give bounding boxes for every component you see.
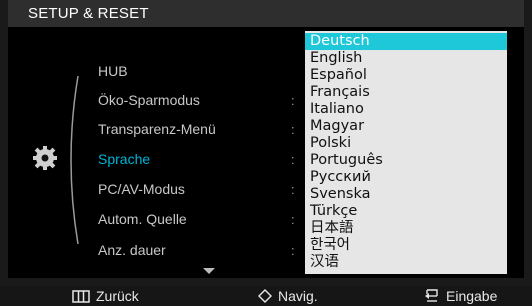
navigate-label: Navig. xyxy=(278,288,318,304)
osd-title: SETUP & RESET xyxy=(28,5,149,22)
language-option-francais[interactable]: Français xyxy=(305,84,507,101)
value-separator: : xyxy=(291,243,295,258)
language-dropdown[interactable]: Deutsch English Español Français Italian… xyxy=(305,31,507,274)
menu-item-language[interactable]: Sprache xyxy=(98,151,150,167)
menu-item-display-time[interactable]: Anz. dauer xyxy=(98,242,166,258)
value-separator: : xyxy=(291,122,295,137)
navigate-hint: Navig. xyxy=(258,286,318,306)
back-key-icon xyxy=(72,289,90,303)
menu-item-eco-saving[interactable]: Öko-Sparmodus xyxy=(98,92,200,108)
language-option-deutsch[interactable]: Deutsch xyxy=(305,33,507,50)
value-separator: : xyxy=(291,93,295,108)
language-option-english[interactable]: English xyxy=(305,50,507,67)
language-option-russian[interactable]: Русский xyxy=(305,169,507,186)
menu-item-pc-av-mode[interactable]: PC/AV-Modus xyxy=(98,181,185,197)
language-option-italiano[interactable]: Italiano xyxy=(305,101,507,118)
enter-button[interactable]: Eingabe xyxy=(424,286,497,306)
menu-item-transparency[interactable]: Transparenz-Menü xyxy=(98,121,216,137)
language-option-portugues[interactable]: Português xyxy=(305,152,507,169)
back-label: Zurück xyxy=(96,288,139,304)
value-separator: : xyxy=(291,212,295,227)
navigation-diamond-icon xyxy=(258,289,272,303)
gear-icon xyxy=(33,146,57,170)
language-option-chinese[interactable]: 汉语 xyxy=(305,254,507,271)
osd-footer: Zurück Navig. Eingabe xyxy=(0,286,532,306)
language-option-japanese[interactable]: 日本語 xyxy=(305,220,507,237)
language-option-polski[interactable]: Polski xyxy=(305,135,507,152)
enter-label: Eingabe xyxy=(446,288,498,304)
language-option-svenska[interactable]: Svenska xyxy=(305,186,507,203)
menu-item-auto-source[interactable]: Autom. Quelle xyxy=(98,211,187,227)
value-separator: : xyxy=(291,152,295,167)
language-option-espanol[interactable]: Español xyxy=(305,67,507,84)
language-option-magyar[interactable]: Magyar xyxy=(305,118,507,135)
value-separator: : xyxy=(291,182,295,197)
osd-header: SETUP & RESET xyxy=(8,0,524,28)
back-button[interactable]: Zurück xyxy=(72,286,139,306)
monitor-osd: SETUP & RESET HUB Öko-Sparmodus Transpar… xyxy=(0,0,532,306)
language-option-turkce[interactable]: Türkçe xyxy=(305,203,507,220)
menu-item-hub[interactable]: HUB xyxy=(98,63,128,79)
enter-key-icon xyxy=(425,289,438,302)
scroll-down-icon[interactable] xyxy=(203,268,215,274)
language-option-korean[interactable]: 한국어 xyxy=(305,237,507,254)
